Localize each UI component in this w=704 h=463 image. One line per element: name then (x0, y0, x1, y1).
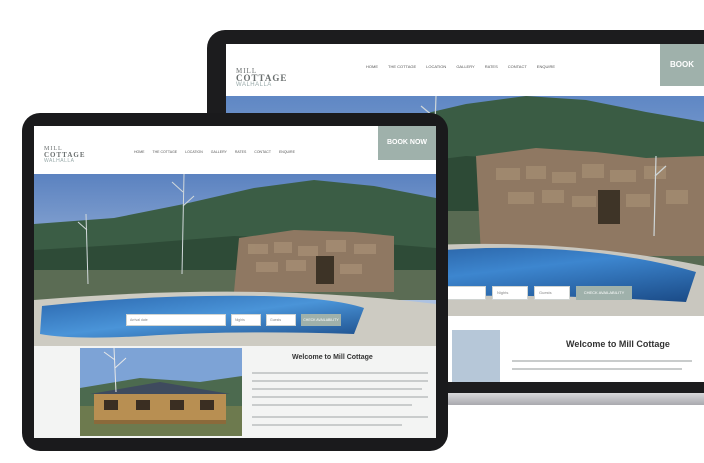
nav-item-home[interactable]: Home (366, 64, 378, 69)
tablet-screen: MILL COTTAGE WALHALLA Home The Cottage L… (34, 126, 436, 438)
main-nav: Home The Cottage Location Gallery Rates … (366, 64, 555, 69)
body-text-line (252, 372, 428, 374)
nav-item-rates[interactable]: Rates (235, 150, 246, 154)
nav-item-gallery[interactable]: Gallery (211, 150, 227, 154)
check-availability-button[interactable]: CHECK AVAILABILITY (576, 286, 632, 300)
cottage-thumbnail (452, 330, 500, 382)
body-text-line (252, 380, 428, 382)
site-header: MILL COTTAGE WALHALLA Home The Cottage L… (34, 126, 436, 170)
nav-item-enquire[interactable]: Enquire (537, 64, 555, 69)
logo-line-2: COTTAGE (236, 73, 288, 83)
body-text-line (252, 416, 428, 418)
nav-item-enquire[interactable]: Enquire (279, 150, 295, 154)
body-text-line (252, 388, 422, 390)
laptop-base (440, 393, 704, 405)
welcome-heading: Welcome to Mill Cottage (292, 354, 373, 361)
site-logo[interactable]: MILL COTTAGE WALHALLA (44, 146, 86, 164)
nav-item-home[interactable]: Home (134, 150, 145, 154)
site-header: MILL COTTAGE WALHALLA Home The Cottage L… (226, 44, 704, 111)
body-text-line (252, 424, 402, 426)
book-now-button[interactable]: BOOK NOW (378, 126, 436, 160)
body-text-line (252, 404, 412, 406)
nav-item-rates[interactable]: Rates (485, 64, 498, 69)
body-text-line (512, 360, 692, 362)
nav-item-location[interactable]: Location (185, 150, 203, 154)
nav-item-location[interactable]: Location (426, 64, 446, 69)
guests-field[interactable]: Guests (534, 286, 570, 300)
nights-field[interactable]: Nights (492, 286, 528, 300)
nav-item-contact[interactable]: Contact (508, 64, 527, 69)
guests-field[interactable]: Guests (266, 314, 296, 326)
main-nav: Home The Cottage Location Gallery Rates … (134, 150, 295, 154)
nav-item-contact[interactable]: Contact (254, 150, 271, 154)
body-text-line (512, 368, 682, 370)
nav-item-cottage[interactable]: The Cottage (153, 150, 178, 154)
nav-item-gallery[interactable]: Gallery (456, 64, 474, 69)
cottage-photo (80, 348, 242, 436)
logo-line-3: WALHALLA (236, 82, 272, 88)
body-text-line (252, 396, 428, 398)
check-availability-button[interactable]: CHECK AVAILABILITY (301, 314, 341, 326)
booking-bar: Arrival date Nights Guests CHECK AVAILAB… (126, 314, 341, 326)
welcome-heading: Welcome to Mill Cottage (566, 339, 670, 349)
nights-field[interactable]: Nights (231, 314, 261, 326)
site-logo[interactable]: MILL COTTAGE WALHALLA (236, 68, 287, 89)
nav-item-cottage[interactable]: The Cottage (388, 64, 416, 69)
arrival-date-field[interactable]: Arrival date (126, 314, 226, 326)
book-now-button[interactable]: BOOK NOW (660, 44, 704, 111)
